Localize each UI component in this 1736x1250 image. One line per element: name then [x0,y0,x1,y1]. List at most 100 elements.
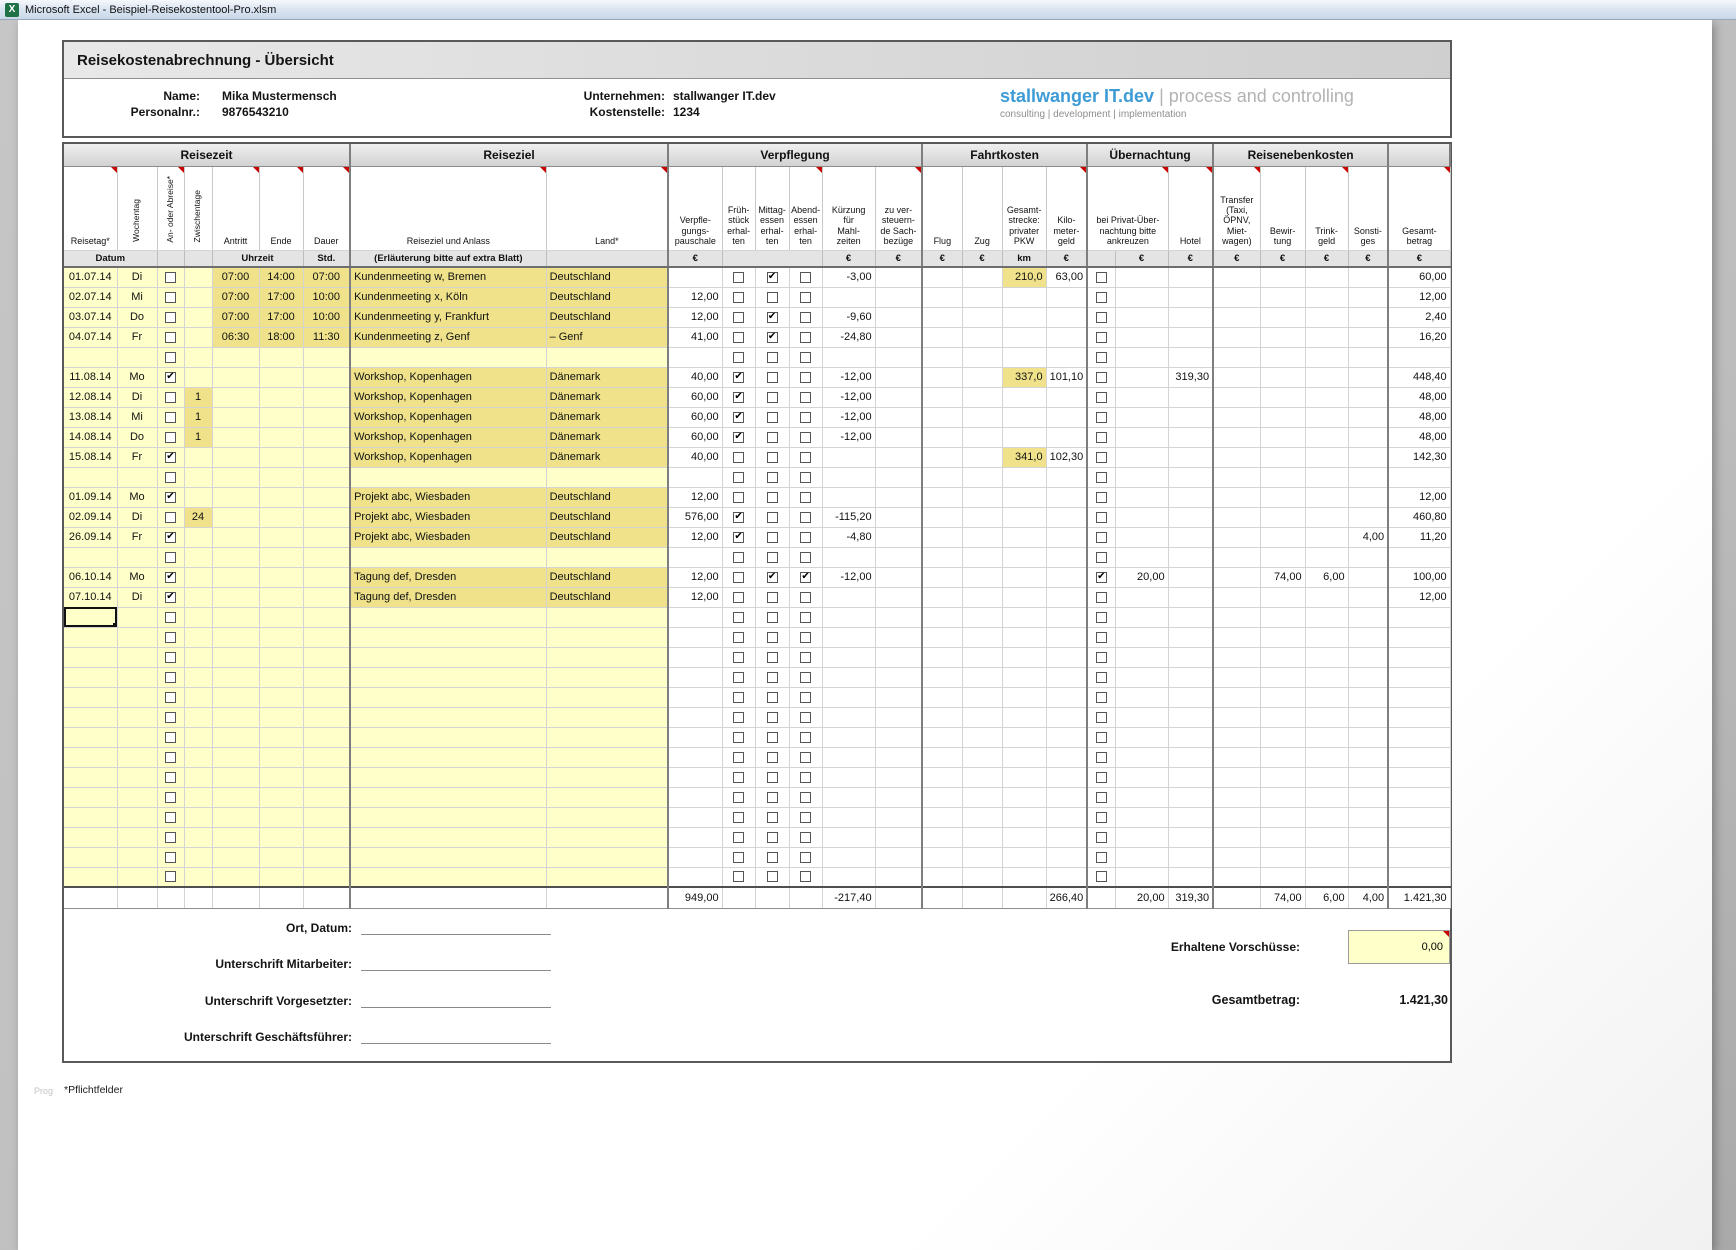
cell-date[interactable] [64,767,118,788]
cell-total[interactable] [1388,547,1451,568]
cell-hotel[interactable] [1168,427,1215,448]
cell-date[interactable]: 13.08.14 [64,407,118,428]
cell-allowance[interactable]: 40,00 [668,447,723,468]
cell-private_cb[interactable] [1087,767,1116,788]
cell-benefits[interactable] [875,627,924,648]
travel-checkbox[interactable] [165,651,176,663]
cell-reduction[interactable]: -4,80 [822,527,876,548]
cell-weekday[interactable] [117,647,158,668]
cell-duration[interactable] [303,787,352,808]
cell-country[interactable]: Dänemark [546,427,670,448]
cell-dinner_cb[interactable] [789,587,823,608]
dinner-checkbox[interactable] [800,511,812,523]
cell-end[interactable] [259,587,304,608]
cell-other[interactable]: 4,00 [1348,527,1390,548]
cell-benefits[interactable] [875,647,924,668]
cell-private_amt[interactable] [1115,327,1169,348]
cell-private_amt[interactable] [1115,347,1169,368]
cell-hotel[interactable] [1168,747,1215,768]
cell-train[interactable] [962,667,1003,688]
cell-catering[interactable] [1260,787,1306,808]
cell-private_amt[interactable] [1115,407,1169,428]
cell-transfer[interactable] [1213,867,1261,888]
cell-start[interactable] [212,667,260,688]
cell-interim[interactable] [184,827,213,848]
cell-travel_cb[interactable] [157,767,185,788]
cell-km_money[interactable]: 101,10 [1046,367,1089,388]
cell-lunch_cb[interactable] [755,487,790,508]
cell-interim[interactable] [184,367,213,388]
cell-duration[interactable] [303,767,352,788]
cell-breakfast_cb[interactable] [722,647,756,668]
cell-train[interactable] [962,607,1003,628]
breakfast-checkbox[interactable] [733,691,745,703]
cell-breakfast_cb[interactable] [722,587,756,608]
cell-weekday[interactable] [117,667,158,688]
cell-benefits[interactable] [875,567,924,588]
cell-travel_cb[interactable] [157,847,185,868]
private-checkbox[interactable] [1095,771,1107,783]
breakfast-checkbox[interactable] [733,731,745,743]
cell-other[interactable] [1348,407,1390,428]
cell-km_total[interactable] [1002,787,1047,808]
cell-other[interactable] [1348,627,1390,648]
private-checkbox[interactable] [1095,831,1107,843]
cell-private_cb[interactable] [1087,867,1116,888]
cell-purpose[interactable] [350,727,547,748]
lunch-checkbox[interactable] [766,391,778,403]
cell-private_amt[interactable] [1115,507,1169,528]
cell-travel_cb[interactable] [157,687,185,708]
cell-start[interactable] [212,747,260,768]
cell-purpose[interactable] [350,867,547,888]
private-checkbox[interactable] [1095,511,1107,523]
cell-km_money[interactable] [1046,527,1089,548]
cell-breakfast_cb[interactable] [722,567,756,588]
private-checkbox[interactable] [1095,271,1107,283]
cell-breakfast_cb[interactable] [722,427,756,448]
cell-country[interactable] [546,627,670,648]
cell-tip[interactable] [1305,687,1349,708]
breakfast-checkbox[interactable] [733,471,745,483]
cell-travel_cb[interactable] [157,807,185,828]
cell-travel_cb[interactable] [157,507,185,528]
cell-km_total[interactable] [1002,327,1047,348]
travel-checkbox[interactable] [165,771,176,783]
cell-total[interactable] [1388,867,1451,888]
cell-end[interactable] [259,447,304,468]
dinner-checkbox[interactable] [800,471,812,483]
cell-catering[interactable] [1260,487,1306,508]
cell-km_money[interactable] [1046,667,1089,688]
cell-end[interactable] [259,367,304,388]
cell-travel_cb[interactable] [157,347,185,368]
cell-travel_cb[interactable] [157,607,185,628]
cell-travel_cb[interactable] [157,547,185,568]
breakfast-checkbox[interactable] [733,591,745,603]
cell-km_money[interactable] [1046,287,1089,308]
cell-catering[interactable] [1260,307,1306,328]
cell-benefits[interactable] [875,527,924,548]
travel-checkbox[interactable] [165,511,176,523]
cell-end[interactable] [259,347,304,368]
cell-weekday[interactable]: Mo [117,487,158,508]
lunch-checkbox[interactable] [766,551,778,563]
cell-travel_cb[interactable] [157,867,185,888]
cell-start[interactable] [212,367,260,388]
cell-hotel[interactable] [1168,667,1215,688]
cell-km_total[interactable] [1002,387,1047,408]
cell-lunch_cb[interactable] [755,787,790,808]
cell-flight[interactable] [922,307,963,328]
cell-private_cb[interactable] [1087,687,1116,708]
cell-duration[interactable] [303,467,352,488]
cell-km_total[interactable] [1002,587,1047,608]
cell-country[interactable] [546,607,670,628]
cell-tip[interactable] [1305,387,1349,408]
cell-allowance[interactable] [668,347,723,368]
cell-benefits[interactable] [875,267,924,288]
cell-private_cb[interactable] [1087,387,1116,408]
cell-km_total[interactable]: 337,0 [1002,367,1047,388]
cell-km_money[interactable] [1046,327,1089,348]
cell-private_amt[interactable] [1115,387,1169,408]
cell-interim[interactable] [184,547,213,568]
cell-duration[interactable] [303,527,352,548]
cell-total[interactable]: 460,80 [1388,507,1451,528]
